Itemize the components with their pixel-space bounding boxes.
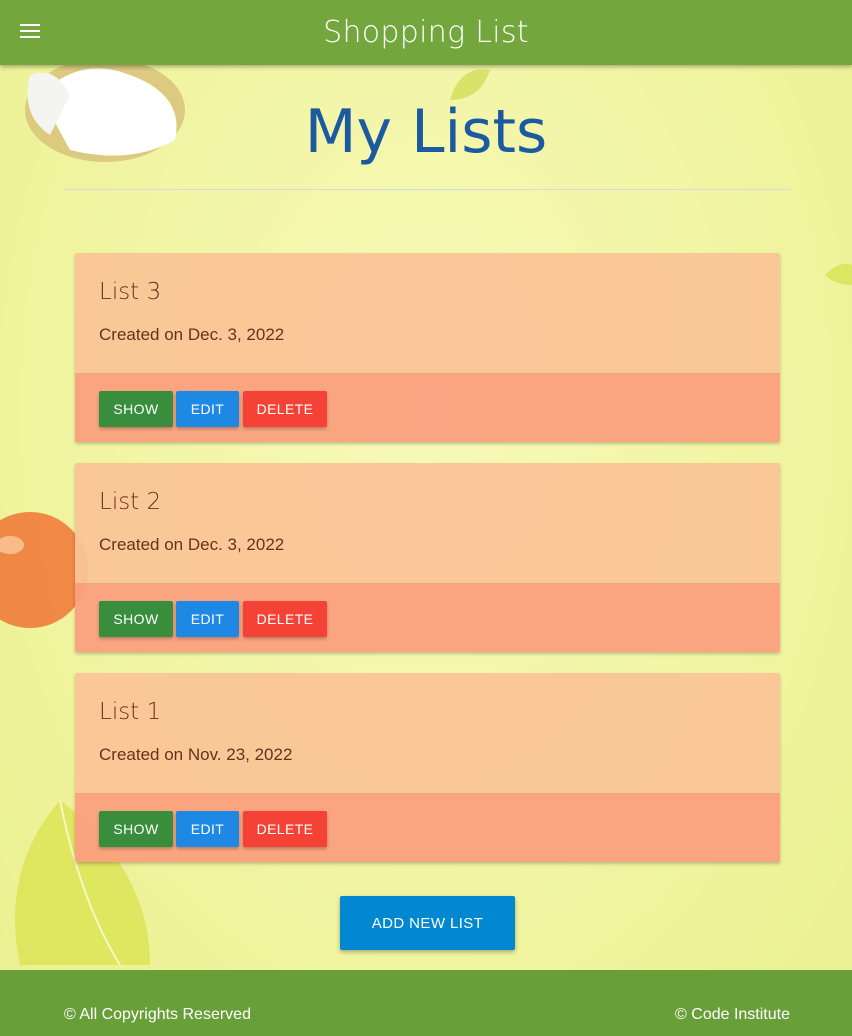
- list-created-date: Created on Dec. 3, 2022: [99, 325, 285, 344]
- card-actions: SHOW EDIT DELETE: [75, 584, 780, 652]
- delete-button[interactable]: DELETE: [243, 391, 327, 427]
- leaf-decoration-right: [825, 263, 852, 285]
- card-actions: SHOW EDIT DELETE: [75, 374, 780, 442]
- list-card: List 2 Created on Dec. 3, 2022 SHOW EDIT…: [75, 463, 780, 652]
- card-content: List 2 Created on Dec. 3, 2022: [75, 463, 780, 584]
- show-button[interactable]: SHOW: [99, 601, 173, 637]
- delete-button[interactable]: DELETE: [243, 601, 327, 637]
- hamburger-menu-icon[interactable]: [20, 24, 40, 40]
- page-title: My Lists: [304, 97, 548, 167]
- show-button[interactable]: SHOW: [99, 391, 173, 427]
- list-card: List 3 Created on Dec. 3, 2022 SHOW EDIT…: [75, 253, 780, 442]
- navbar: Shopping List: [0, 0, 852, 65]
- show-button[interactable]: SHOW: [99, 811, 173, 847]
- card-content: List 1 Created on Nov. 23, 2022: [75, 673, 780, 794]
- list-title: List 2: [99, 489, 162, 515]
- delete-button[interactable]: DELETE: [243, 811, 327, 847]
- title-divider: [64, 189, 790, 190]
- list-created-date: Created on Nov. 23, 2022: [99, 745, 293, 764]
- list-card: List 1 Created on Nov. 23, 2022 SHOW EDI…: [75, 673, 780, 862]
- card-content: List 3 Created on Dec. 3, 2022: [75, 253, 780, 374]
- list-title: List 1: [99, 699, 162, 725]
- add-new-list-button[interactable]: ADD NEW LIST: [340, 896, 515, 950]
- footer: © All Copyrights Reserved © Code Institu…: [0, 970, 852, 1036]
- card-actions: SHOW EDIT DELETE: [75, 794, 780, 862]
- list-created-date: Created on Dec. 3, 2022: [99, 535, 285, 554]
- edit-button[interactable]: EDIT: [176, 601, 239, 637]
- footer-copyright: © All Copyrights Reserved: [64, 1006, 251, 1023]
- list-title: List 3: [99, 279, 162, 305]
- brand-title[interactable]: Shopping List: [323, 15, 529, 50]
- footer-credit: © Code Institute: [675, 1006, 790, 1023]
- edit-button[interactable]: EDIT: [176, 391, 239, 427]
- edit-button[interactable]: EDIT: [176, 811, 239, 847]
